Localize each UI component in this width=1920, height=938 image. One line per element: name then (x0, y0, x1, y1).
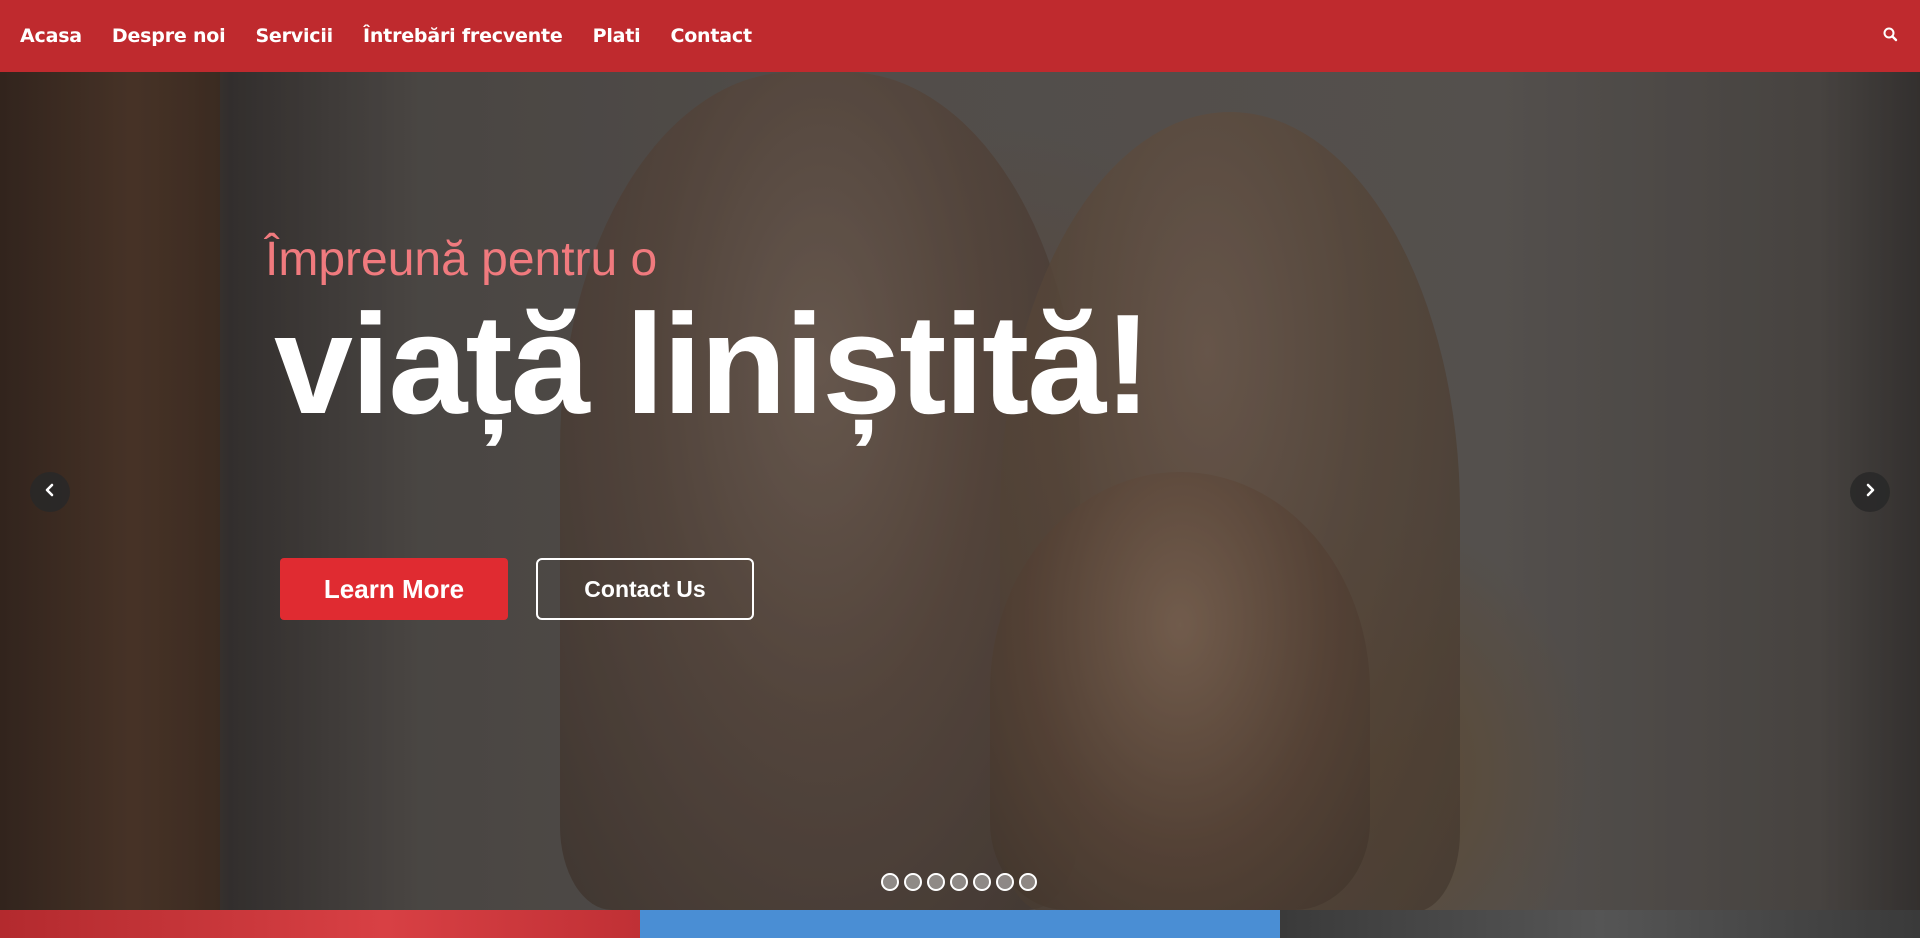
feature-card-dark (1280, 910, 1920, 938)
slider-pagination (881, 873, 1037, 891)
slider-dot[interactable] (927, 873, 945, 891)
slider-dot[interactable] (904, 873, 922, 891)
slider-next-button[interactable] (1850, 472, 1890, 512)
contact-us-button[interactable]: Contact Us (536, 558, 754, 620)
nav-item-intrebari-frecvente[interactable]: Întrebări frecvente (363, 25, 563, 47)
feature-card-red (0, 910, 640, 938)
chevron-right-icon (1862, 482, 1878, 503)
nav-item-servicii[interactable]: Servicii (255, 25, 333, 47)
nav-item-acasa[interactable]: Acasa (20, 25, 82, 47)
learn-more-button[interactable]: Learn More (280, 558, 508, 620)
slider-dot[interactable] (950, 873, 968, 891)
hero-slider (0, 72, 1920, 910)
slider-dot[interactable] (1019, 873, 1037, 891)
slider-dot[interactable] (996, 873, 1014, 891)
slider-dot[interactable] (881, 873, 899, 891)
nav-item-plati[interactable]: Plati (593, 25, 641, 47)
search-icon[interactable] (1880, 24, 1902, 46)
top-navbar: Acasa Despre noi Servicii Întrebări frec… (0, 0, 1920, 72)
hero-overlay (0, 72, 1920, 910)
nav-item-contact[interactable]: Contact (670, 25, 752, 47)
chevron-left-icon (42, 482, 58, 503)
nav-item-despre-noi[interactable]: Despre noi (112, 25, 226, 47)
hero-subtitle: Împreună pentru o (265, 233, 658, 286)
slider-prev-button[interactable] (30, 472, 70, 512)
hero-title: viață liniștită! (274, 285, 1151, 444)
slider-dot[interactable] (973, 873, 991, 891)
main-menu: Acasa Despre noi Servicii Întrebări frec… (20, 25, 782, 47)
feature-card-blue (640, 910, 1280, 938)
